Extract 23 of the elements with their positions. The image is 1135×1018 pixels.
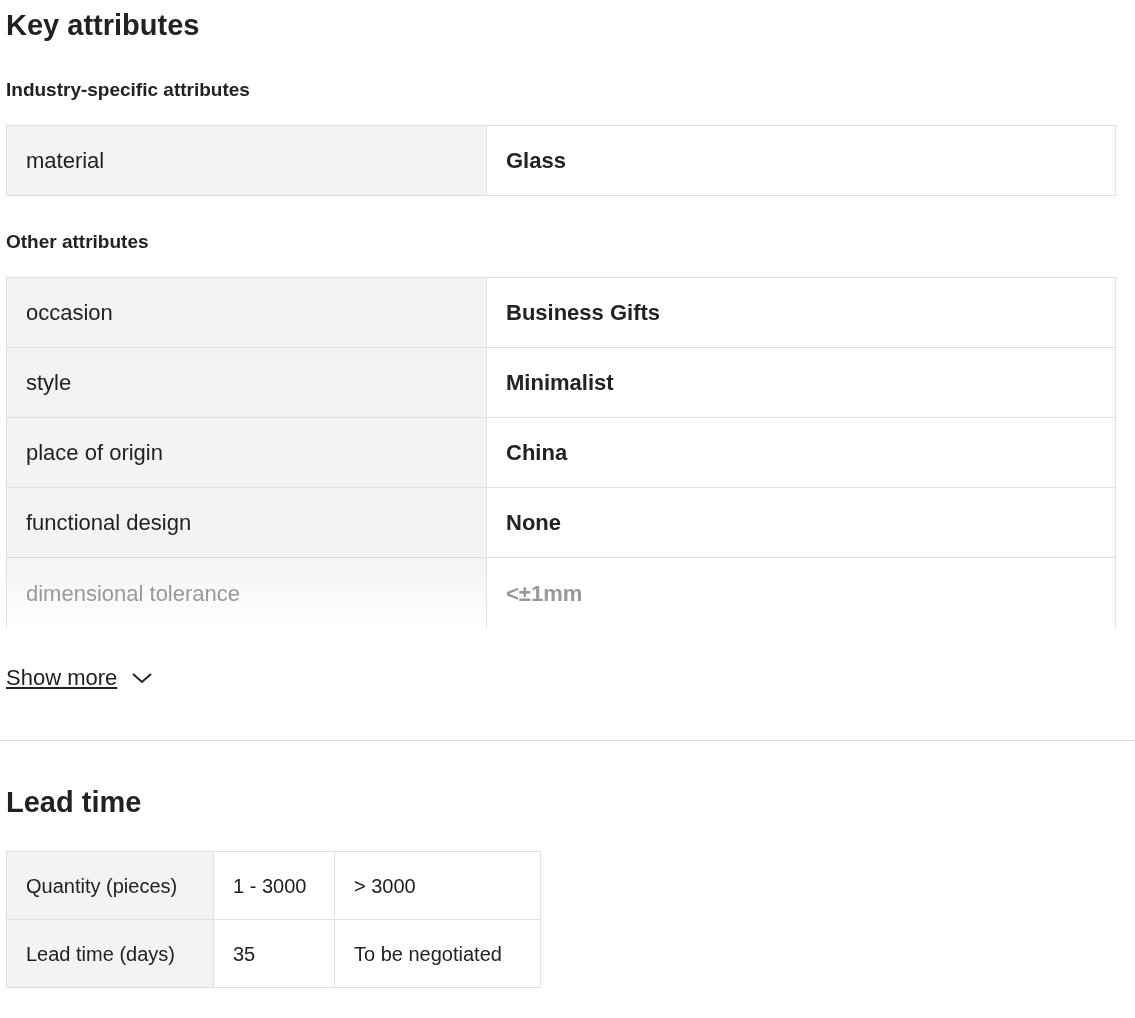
- row-header-cell: Lead time (days): [7, 920, 214, 987]
- attribute-name-cell: style: [7, 348, 487, 417]
- attribute-value-cell: Business Gifts: [487, 278, 1116, 347]
- attribute-value-cell: Minimalist: [487, 348, 1116, 417]
- attribute-name-cell: material: [7, 126, 487, 195]
- attribute-value-cell: <±1mm: [487, 558, 1116, 628]
- row-header-cell: Quantity (pieces): [7, 852, 214, 919]
- attribute-value-cell: None: [487, 488, 1116, 557]
- attribute-value-cell: China: [487, 418, 1116, 487]
- table-cell: > 3000: [335, 852, 541, 919]
- attribute-name-cell: functional design: [7, 488, 487, 557]
- attribute-name-cell: occasion: [7, 278, 487, 347]
- section-title: Lead time: [6, 785, 142, 819]
- group-title: Other attributes: [6, 230, 149, 254]
- attribute-name-cell: dimensional tolerance: [7, 558, 487, 628]
- table-cell: 35: [214, 920, 335, 987]
- show-more-link[interactable]: Show more: [6, 664, 118, 692]
- group-title: Industry-specific attributes: [6, 78, 250, 102]
- section-title: Key attributes: [6, 8, 200, 42]
- attribute-name-cell: place of origin: [7, 418, 487, 487]
- table-cell: 1 - 3000: [214, 852, 335, 919]
- attribute-value-cell: Glass: [487, 126, 1116, 195]
- table-cell: To be negotiated: [335, 920, 541, 987]
